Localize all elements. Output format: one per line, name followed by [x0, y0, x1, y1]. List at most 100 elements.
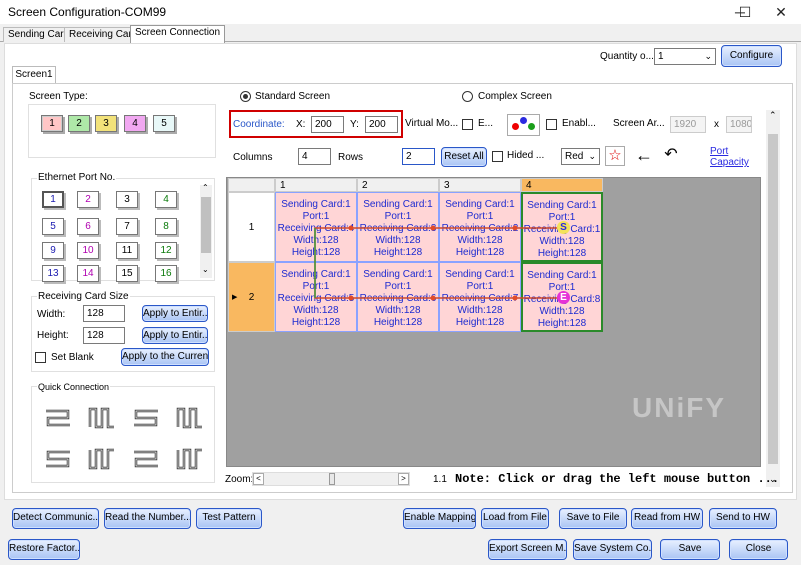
- ethernet-port-1[interactable]: 1: [42, 191, 64, 208]
- zoom-slider[interactable]: < >: [252, 472, 410, 486]
- apply-current-button[interactable]: Apply to the Curren...: [121, 348, 209, 366]
- enable-checkbox[interactable]: [546, 119, 557, 130]
- reset-all-button[interactable]: Reset All: [441, 147, 487, 167]
- end-marker: E: [557, 291, 570, 304]
- save-button[interactable]: Save: [660, 539, 720, 560]
- ethernet-port-6[interactable]: 6: [77, 218, 99, 235]
- close-button[interactable]: Close: [729, 539, 788, 560]
- ethernet-port-11[interactable]: 11: [116, 242, 138, 259]
- undo-icon[interactable]: ↶: [660, 146, 682, 166]
- scroll-up-icon[interactable]: ⌃: [202, 183, 209, 192]
- grid-row-header[interactable]: 1: [228, 192, 275, 262]
- grid-col-header[interactable]: 2: [357, 178, 439, 192]
- export-screen-map-button[interactable]: Export Screen M...: [488, 539, 567, 560]
- ethernet-port-7[interactable]: 7: [116, 218, 138, 235]
- screen-area-height[interactable]: 1080: [726, 116, 752, 133]
- quick-connection-1-icon[interactable]: [42, 405, 74, 431]
- close-window-button[interactable]: ✕: [758, 0, 801, 24]
- set-blank-checkbox[interactable]: [35, 352, 46, 363]
- scroll-down-icon[interactable]: ⌄: [202, 265, 209, 274]
- arrow-left-icon[interactable]: ←: [633, 146, 655, 166]
- ethernet-port-4[interactable]: 4: [155, 191, 177, 208]
- hided-label: Hided ...: [507, 150, 545, 161]
- zoom-label: Zoom:: [225, 474, 254, 485]
- apply-entire-height-button[interactable]: Apply to Entir...: [142, 327, 208, 344]
- virtual-e-checkbox[interactable]: [462, 119, 473, 130]
- connection-dot: [430, 295, 436, 301]
- ethernet-port-5[interactable]: 5: [42, 218, 64, 235]
- rows-input[interactable]: 2: [402, 148, 435, 165]
- send-to-hw-button[interactable]: Send to HW: [709, 508, 777, 529]
- rc-width-input[interactable]: 128: [83, 305, 125, 322]
- hided-checkbox[interactable]: [492, 151, 503, 162]
- configure-button[interactable]: Configure: [721, 45, 782, 67]
- apply-entire-width-button[interactable]: Apply to Entir...: [142, 305, 208, 322]
- columns-input[interactable]: 4: [298, 148, 331, 165]
- main-scrollbar[interactable]: ⌃ ⌄: [766, 110, 780, 487]
- enable-mapping-button[interactable]: Enable Mapping: [403, 508, 476, 529]
- save-to-file-button[interactable]: Save to File: [559, 508, 627, 529]
- restore-factory-button[interactable]: Restore Factor...: [8, 539, 80, 560]
- quick-connection-label: Quick Connection: [37, 382, 111, 392]
- quick-connection-3-icon[interactable]: [130, 405, 162, 431]
- test-pattern-button[interactable]: Test Pattern: [196, 508, 262, 529]
- grid-row-header-label: 2: [248, 292, 255, 303]
- tab-screen-connection[interactable]: Screen Connection: [130, 25, 226, 43]
- grid-col-header[interactable]: 4: [521, 178, 603, 192]
- ethernet-port-10[interactable]: 10: [77, 242, 99, 259]
- ethernet-port-14[interactable]: 14: [77, 265, 99, 282]
- read-from-hw-button[interactable]: Read from HW: [631, 508, 703, 529]
- ethernet-scrollbar[interactable]: ⌃ ⌄: [200, 183, 212, 278]
- ethernet-port-3[interactable]: 3: [116, 191, 138, 208]
- quick-connection-5-icon[interactable]: [42, 446, 74, 472]
- save-system-config-button[interactable]: Save System Co...: [573, 539, 652, 560]
- scrollbar-thumb[interactable]: [201, 197, 211, 253]
- screen-type-2[interactable]: 2: [68, 115, 90, 132]
- zoom-thumb[interactable]: [329, 473, 335, 485]
- tab-screen1[interactable]: Screen1: [12, 66, 56, 83]
- screen-type-5[interactable]: 5: [153, 115, 175, 132]
- quick-connection-6-icon[interactable]: [86, 446, 118, 472]
- color-value: Red: [565, 151, 584, 162]
- star-icon[interactable]: ☆: [605, 146, 625, 166]
- grid-row-header[interactable]: 2 ▶: [228, 262, 275, 332]
- standard-screen-radio[interactable]: [240, 91, 251, 102]
- scroll-up-icon[interactable]: ⌃: [769, 110, 777, 121]
- rc-height-input[interactable]: 128: [83, 327, 125, 344]
- zoom-right-icon[interactable]: >: [398, 473, 409, 485]
- rc-height-value: 128: [87, 330, 104, 341]
- rgb-dots-icon[interactable]: [507, 114, 540, 136]
- ethernet-port-8[interactable]: 8: [155, 218, 177, 235]
- screen-area-width[interactable]: 1920: [670, 116, 706, 133]
- screen-type-3[interactable]: 3: [95, 115, 117, 132]
- color-select[interactable]: Red ⌄: [561, 148, 600, 165]
- load-from-file-button[interactable]: Load from File: [481, 508, 549, 529]
- ethernet-port-15[interactable]: 15: [116, 265, 138, 282]
- coordinate-x-input[interactable]: 200: [311, 116, 344, 133]
- detect-communication-button[interactable]: Detect Communic...: [12, 508, 99, 529]
- ethernet-port-12[interactable]: 12: [155, 242, 177, 259]
- grid-col-header[interactable]: 3: [439, 178, 521, 192]
- read-number-button[interactable]: Read the Number...: [104, 508, 191, 529]
- ethernet-port-2[interactable]: 2: [77, 191, 99, 208]
- ethernet-port-13[interactable]: 13: [42, 265, 64, 282]
- ethernet-port-16[interactable]: 16: [155, 265, 177, 282]
- quantity-select[interactable]: 1 ⌄: [654, 48, 716, 65]
- columns-label: Columns: [233, 152, 273, 163]
- quick-connection-2-icon[interactable]: [86, 405, 118, 431]
- complex-screen-radio[interactable]: [462, 91, 473, 102]
- zoom-value: 1.1: [433, 474, 447, 485]
- quick-connection-7-icon[interactable]: [130, 446, 162, 472]
- ethernet-port-9[interactable]: 9: [42, 242, 64, 259]
- quick-connection-8-icon[interactable]: [174, 446, 206, 472]
- screen-type-4[interactable]: 4: [124, 115, 146, 132]
- port-capacity-link[interactable]: Port Capacity: [710, 146, 760, 168]
- coordinate-y-input[interactable]: 200: [365, 116, 398, 133]
- screen-type-1[interactable]: 1: [41, 115, 63, 132]
- quick-connection-4-icon[interactable]: [174, 405, 206, 431]
- zoom-left-icon[interactable]: <: [253, 473, 264, 485]
- rc-size-label: Receiving Card Size: [37, 291, 130, 302]
- grid-col-header[interactable]: 1: [275, 178, 357, 192]
- main-scrollbar-thumb[interactable]: [768, 134, 778, 464]
- grid-row-header-label: 1: [248, 222, 255, 233]
